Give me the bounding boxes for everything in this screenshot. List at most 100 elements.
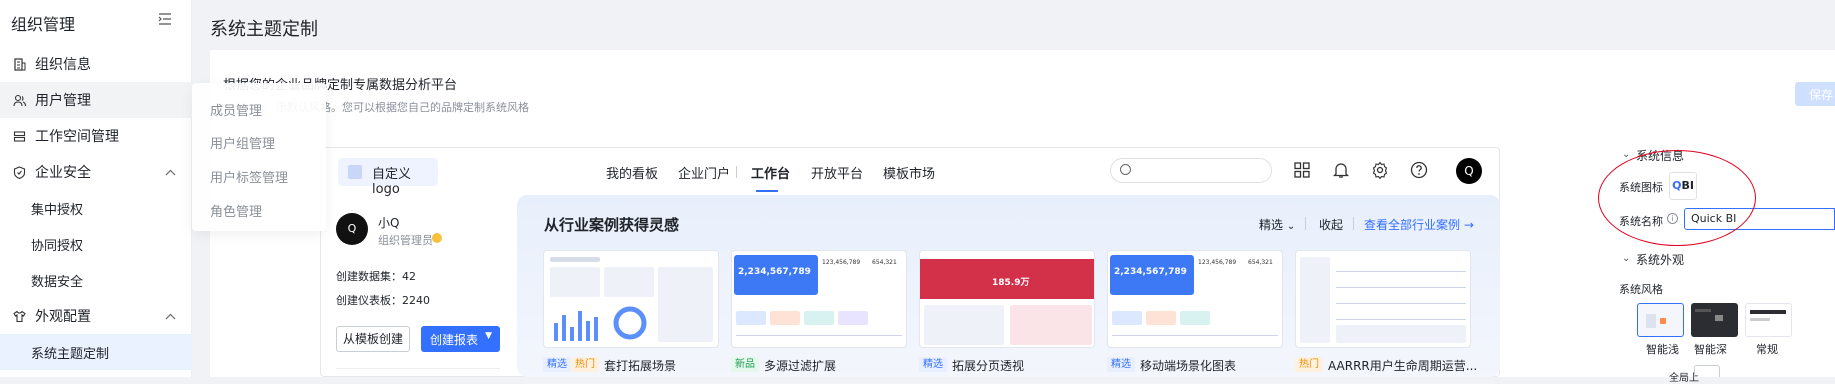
stat-datasets: 创建数据集：42: [336, 268, 416, 284]
divider: [336, 368, 500, 369]
sidebar-item-appearance[interactable]: 外观配置: [0, 298, 192, 334]
style-option-smart-light[interactable]: [1637, 303, 1684, 337]
collapse-sidebar-icon[interactable]: [158, 12, 174, 28]
stat-value: 42: [402, 270, 416, 283]
tag-new: 新品: [731, 357, 759, 372]
users-icon: [12, 93, 26, 107]
sidebar-item-user-management[interactable]: 用户管理: [0, 82, 192, 118]
sidebar-item-label: 企业安全: [35, 165, 91, 181]
image-icon: [348, 165, 362, 179]
nav-my-board[interactable]: 我的看板: [606, 163, 658, 182]
thumb-number: 123,456,789: [822, 259, 861, 266]
case-title[interactable]: 多源过滤扩展: [764, 357, 836, 374]
sidebar-item-label: 组织信息: [35, 57, 91, 73]
case-title[interactable]: AARRR用户生命周期运营...: [1328, 357, 1477, 374]
stat-label: 创建数据集：: [336, 270, 402, 283]
sidebar-item-central-auth[interactable]: 集中授权: [0, 190, 192, 226]
nav-template-market[interactable]: 模板市场: [883, 163, 935, 182]
divider: [1305, 217, 1306, 230]
help-icon[interactable]: [1410, 161, 1430, 181]
chevron-up-icon: [165, 166, 176, 179]
nav-enterprise-portal[interactable]: 企业门户: [678, 163, 730, 182]
thumb-number: 2,234,567,789: [738, 267, 811, 277]
shirt-icon: [12, 309, 26, 323]
create-from-template-button[interactable]: 从模板创建: [336, 326, 410, 352]
submenu-item-user-groups[interactable]: 用户组管理: [210, 133, 275, 152]
thumb-number: 2,234,567,789: [1114, 267, 1187, 277]
sidebar-item-workspace-management[interactable]: 工作空间管理: [0, 118, 192, 154]
divider: [1353, 217, 1354, 230]
apps-grid-icon[interactable]: [1293, 161, 1313, 181]
sidebar-item-label: 数据安全: [31, 274, 84, 290]
caret-down-icon: ▼: [485, 331, 492, 341]
case-thumbnail[interactable]: 185.9万: [919, 250, 1095, 348]
sidebar-item-label: 系统主题定制: [31, 346, 110, 362]
sidebar-item-label: 工作空间管理: [35, 129, 119, 145]
sidebar-item-label: 外观配置: [35, 309, 91, 325]
case-title[interactable]: 拓展分页透视: [952, 357, 1024, 374]
sidebar-item-label: 用户管理: [35, 93, 91, 109]
thumb-number: 123,456,789: [1198, 259, 1237, 266]
case-thumbnail[interactable]: 2,234,567,789 123,456,789 654,321: [731, 250, 907, 348]
building-icon: [12, 57, 26, 71]
nav-divider: [736, 166, 737, 178]
submenu-item-user-tags[interactable]: 用户标签管理: [210, 167, 288, 186]
case-title[interactable]: 套打拓展场景: [604, 357, 676, 374]
case-thumbnail[interactable]: 2,234,567,789 123,456,789 654,321: [1107, 250, 1283, 348]
search-icon: [1120, 164, 1131, 175]
thumb-number: 185.9万: [992, 278, 1030, 288]
submenu-item-members[interactable]: 成员管理: [210, 100, 262, 119]
stat-value: 2240: [402, 294, 430, 307]
sidebar-title: 组织管理: [11, 15, 76, 34]
style-label: 智能浅: [1646, 343, 1679, 356]
bell-icon[interactable]: [1332, 161, 1352, 181]
database-icon: [12, 129, 26, 143]
search-input[interactable]: [1110, 158, 1272, 183]
stat-label: 创建仪表板：: [336, 294, 402, 307]
style-option-smart-dark[interactable]: [1691, 303, 1738, 337]
stat-dashboards: 创建仪表板：2240: [336, 292, 430, 308]
chevron-down-icon: ⌄: [1286, 221, 1296, 232]
sidebar-item-org-info[interactable]: 组织信息: [0, 46, 192, 82]
custom-logo: 自定义logo: [338, 158, 438, 197]
sidebar-item-data-security[interactable]: 数据安全: [0, 262, 192, 298]
sidebar-item-enterprise-security[interactable]: 企业安全: [0, 154, 192, 190]
save-button[interactable]: 保存: [1795, 82, 1835, 106]
collapse-link[interactable]: 收起: [1319, 216, 1343, 233]
sidebar-item-collab-auth[interactable]: 协同授权: [0, 226, 192, 262]
user-name: 小Q: [378, 216, 400, 230]
view-all-cases-link[interactable]: 查看全部行业案例 →: [1364, 216, 1474, 233]
case-title[interactable]: 移动端场景化图表: [1140, 357, 1236, 374]
style-option-regular[interactable]: [1745, 303, 1792, 337]
annotation-ellipse: [1598, 150, 1756, 246]
chevron-down-icon[interactable]: ⌄: [1622, 253, 1630, 264]
global-select[interactable]: [1694, 365, 1720, 377]
create-report-label: 创建报表: [430, 333, 479, 347]
system-style-label: 系统风格: [1619, 283, 1663, 296]
filter-label: 精选: [1259, 218, 1284, 232]
style-label: 常规: [1756, 343, 1778, 356]
section-system-appearance: 系统外观: [1636, 253, 1685, 267]
submenu-item-roles[interactable]: 角色管理: [210, 201, 262, 220]
nav-open-platform[interactable]: 开放平台: [811, 163, 863, 182]
create-report-button[interactable]: 创建报表 ▼: [421, 326, 500, 352]
tag-hot: 热门: [571, 357, 599, 372]
sidebar-item-theme-custom[interactable]: 系统主题定制: [0, 334, 192, 370]
case-thumbnail[interactable]: [543, 250, 719, 348]
tag-featured: 精选: [919, 357, 947, 372]
page-title: 系统主题定制: [210, 19, 318, 40]
gear-icon[interactable]: [1371, 161, 1391, 181]
user-role: 组织管理员: [378, 234, 433, 247]
tag-featured: 精选: [1107, 357, 1135, 372]
shield-icon: [12, 165, 26, 179]
case-thumbnail[interactable]: [1295, 250, 1471, 348]
filter-dropdown[interactable]: 精选 ⌄: [1259, 216, 1295, 233]
chevron-up-icon: [165, 310, 176, 323]
avatar[interactable]: Q: [1456, 158, 1482, 184]
style-label: 智能深: [1694, 343, 1727, 356]
nav-workbench[interactable]: 工作台: [751, 163, 790, 182]
nav-active-indicator: [756, 190, 778, 192]
thumb-number: 654,321: [872, 259, 897, 266]
chevron-down-icon[interactable]: ⌄: [1622, 149, 1630, 160]
inspiration-title: 从行业案例获得灵感: [544, 216, 680, 234]
